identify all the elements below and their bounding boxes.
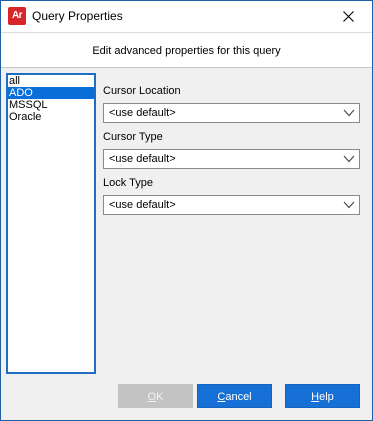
cursor-location-value: <use default>: [109, 107, 176, 119]
close-button[interactable]: [327, 1, 372, 32]
lock-type-value: <use default>: [109, 199, 176, 211]
cursor-type-label: Cursor Type: [103, 131, 163, 143]
app-logo-icon: Ar: [8, 7, 26, 25]
cursor-type-value: <use default>: [109, 153, 176, 165]
provider-item-oracle[interactable]: Oracle: [8, 111, 94, 123]
provider-item-ado[interactable]: ADO: [8, 87, 94, 99]
provider-listbox[interactable]: all ADO MSSQL Oracle: [6, 73, 96, 374]
cursor-location-select[interactable]: <use default>: [103, 103, 360, 123]
chevron-down-icon: [343, 155, 355, 163]
query-properties-dialog: Ar Query Properties Edit advanced proper…: [0, 0, 373, 421]
lock-type-label: Lock Type: [103, 177, 153, 189]
header-panel: Edit advanced properties for this query: [1, 32, 372, 68]
header-description: Edit advanced properties for this query: [92, 45, 281, 57]
chevron-down-icon: [343, 201, 355, 209]
title-bar: Ar Query Properties: [1, 1, 372, 32]
cursor-type-select[interactable]: <use default>: [103, 149, 360, 169]
cursor-location-label: Cursor Location: [103, 85, 181, 97]
provider-item-mssql[interactable]: MSSQL: [8, 99, 94, 111]
cancel-button[interactable]: Cancel: [197, 384, 272, 408]
window-title: Query Properties: [32, 9, 123, 23]
chevron-down-icon: [343, 109, 355, 117]
lock-type-select[interactable]: <use default>: [103, 195, 360, 215]
provider-item-all[interactable]: all: [8, 75, 94, 87]
help-button[interactable]: Help: [285, 384, 360, 408]
ok-button[interactable]: OK: [118, 384, 193, 408]
close-icon: [343, 11, 354, 22]
